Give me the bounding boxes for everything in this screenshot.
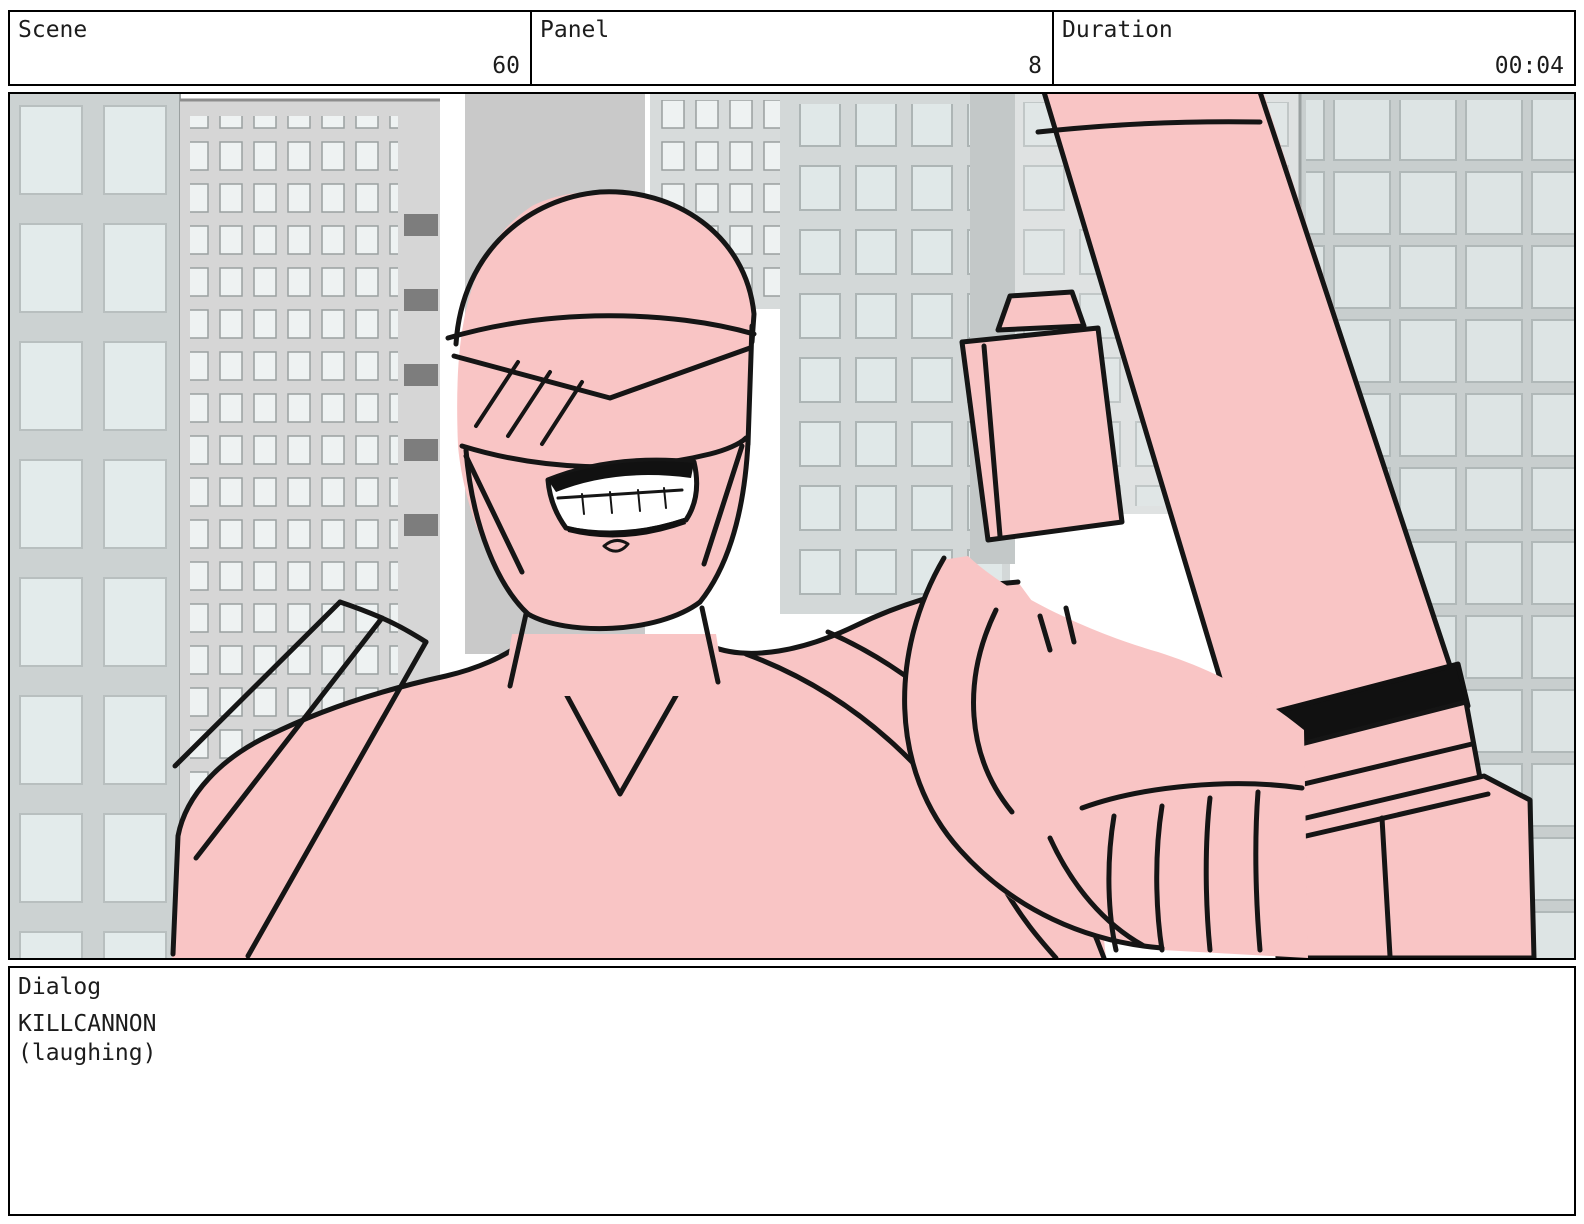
dialog-direction: (laughing) xyxy=(18,1039,156,1068)
dialog-label: Dialog xyxy=(18,974,101,1000)
robot-mouth xyxy=(548,460,697,537)
dialog-speaker: KILLCANNON xyxy=(18,1010,156,1039)
panel-label: Panel xyxy=(540,17,609,43)
storyboard-sketch xyxy=(10,94,1574,958)
header-row: Scene 60 Panel 8 Duration 00:04 xyxy=(8,10,1576,86)
scene-value: 60 xyxy=(492,53,520,79)
robot-head xyxy=(448,191,754,628)
dialog-lines: KILLCANNON (laughing) xyxy=(18,1010,156,1068)
duration-value: 00:04 xyxy=(1495,53,1564,79)
dialog-box: Dialog KILLCANNON (laughing) xyxy=(8,966,1576,1216)
panel-value: 8 xyxy=(1028,53,1042,79)
storyboard-image-panel xyxy=(8,92,1576,960)
duration-cell: Duration 00:04 xyxy=(1052,10,1576,86)
building-far-left xyxy=(10,94,180,958)
storyboard-sheet: Scene 60 Panel 8 Duration 00:04 xyxy=(0,0,1584,1224)
scene-label: Scene xyxy=(18,17,87,43)
duration-label: Duration xyxy=(1062,17,1173,43)
panel-cell: Panel 8 xyxy=(530,10,1054,86)
scene-cell: Scene 60 xyxy=(8,10,532,86)
